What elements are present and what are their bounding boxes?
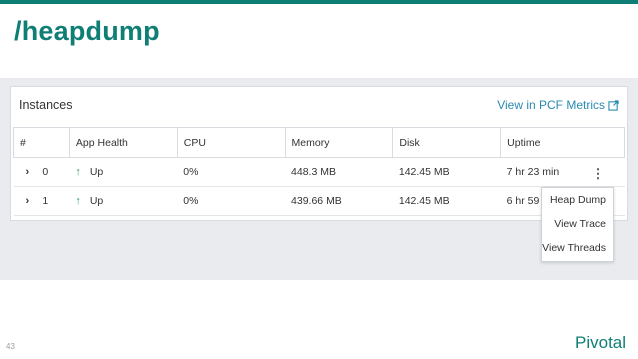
row-menu-icon[interactable]: ⋮: [592, 166, 605, 182]
uptime-cell: 7 hr 23 min ⋮: [500, 157, 625, 187]
memory-cell: 439.66 MB: [285, 186, 393, 216]
panel-title: Instances: [19, 98, 73, 112]
row-number-cell: › 0: [13, 157, 70, 187]
disk-cell: 142.45 MB: [392, 186, 501, 216]
row-number-cell: › 1: [13, 186, 70, 216]
instances-panel: Instances View in PCF Metrics # App Heal…: [10, 86, 628, 221]
panel-header: Instances View in PCF Metrics: [11, 87, 627, 125]
external-link-icon: [608, 99, 619, 111]
menu-item-heap-dump[interactable]: Heap Dump: [542, 188, 613, 212]
pivotal-logo: Pivotal: [575, 333, 627, 352]
menu-item-view-threads[interactable]: View Threads: [542, 236, 613, 260]
page-number: 43: [6, 342, 15, 351]
view-in-pcf-metrics-link[interactable]: View in PCF Metrics: [497, 98, 619, 112]
table-header-row: # App Health CPU Memory Disk Uptime: [13, 127, 625, 158]
memory-cell: 448.3 MB: [285, 157, 393, 187]
app-health-value: Up: [89, 166, 104, 178]
cpu-cell: 0%: [177, 157, 286, 187]
disk-cell: 142.45 MB: [392, 157, 501, 187]
up-arrow-icon: ↑: [75, 166, 81, 178]
top-accent-bar: [0, 0, 638, 4]
cpu-cell: 0%: [177, 186, 286, 216]
instance-actions-menu: Heap Dump View Trace View Threads: [541, 187, 614, 262]
metrics-link-label: View in PCF Metrics: [497, 98, 605, 112]
uptime-value: 7 hr 23 min: [506, 166, 560, 178]
column-header-uptime[interactable]: Uptime: [500, 127, 625, 158]
app-health-value: Up: [89, 195, 104, 207]
table-row: › 1 ↑ Up 0% 439.66 MB 142.45 MB 6 hr 59: [13, 186, 625, 216]
menu-item-view-trace[interactable]: View Trace: [542, 212, 613, 236]
table-row: › 0 ↑ Up 0% 448.3 MB 142.45 MB 7 hr 23 m…: [13, 157, 625, 187]
app-health-cell: ↑ Up: [69, 186, 178, 216]
column-header-number[interactable]: #: [13, 127, 70, 158]
expand-chevron-icon[interactable]: ›: [26, 195, 40, 207]
slide-title: /heapdump: [14, 16, 160, 46]
up-arrow-icon: ↑: [75, 195, 81, 207]
instance-number: 1: [42, 195, 49, 207]
expand-chevron-icon[interactable]: ›: [26, 166, 40, 178]
app-health-cell: ↑ Up: [69, 157, 178, 187]
column-header-disk[interactable]: Disk: [392, 127, 502, 158]
instance-number: 0: [42, 166, 49, 178]
instances-table: # App Health CPU Memory Disk Uptime › 0 …: [13, 127, 625, 216]
column-header-cpu[interactable]: CPU: [176, 127, 286, 158]
column-header-app-health[interactable]: App Health: [68, 127, 178, 158]
column-header-memory[interactable]: Memory: [284, 127, 394, 158]
